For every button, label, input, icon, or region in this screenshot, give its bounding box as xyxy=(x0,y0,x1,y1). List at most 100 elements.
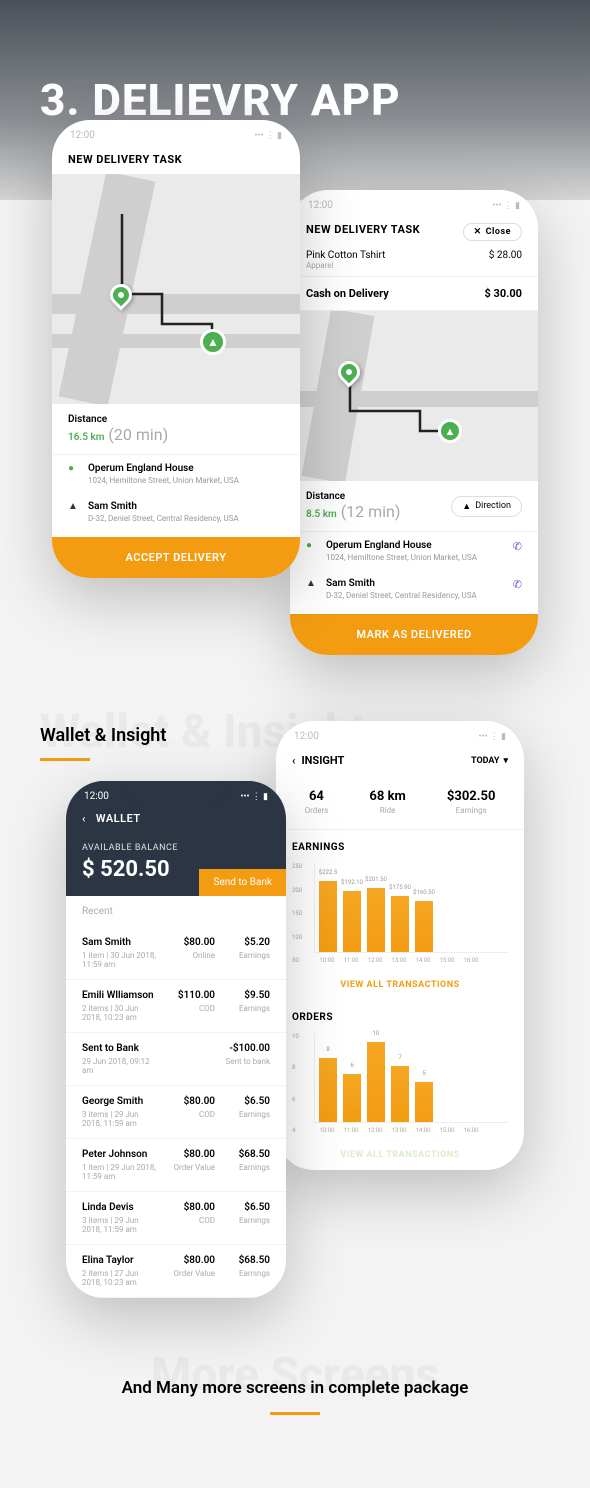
mark-delivered-button[interactable]: MARK AS DELIVERED xyxy=(290,614,538,655)
call-icon[interactable]: ✆ xyxy=(513,540,522,553)
screen-header: NEW DELIVERY TASK xyxy=(52,145,300,174)
distance-row: Distance 8.5 km (12 min) ▲ Direction xyxy=(290,481,538,532)
transaction-row[interactable]: George Smith3 items | 29 Jun 2018, 11:59… xyxy=(66,1086,286,1139)
drop-nav-icon: ▲ xyxy=(306,578,316,589)
bar-label: 5 xyxy=(422,1070,425,1077)
status-icons: ••• ⋮ ▮ xyxy=(254,131,282,141)
stat-earnings: $302.50 Earnings xyxy=(447,789,496,815)
call-icon[interactable]: ✆ xyxy=(513,578,522,591)
earnings-chart-title: EARNINGS xyxy=(292,842,508,853)
tx-right-value: $5.20 xyxy=(215,937,270,948)
y-tick: 150 xyxy=(292,910,302,917)
x-tick: 11:00 xyxy=(342,957,360,964)
phones-row-2: 12:00 ••• ⋮ ▮ ‹ WALLET AVAILABLE BALANCE… xyxy=(0,781,590,1338)
view-all-transactions-button[interactable]: VIEW ALL TRANSACTIONS xyxy=(276,970,524,1000)
distance-label: Distance xyxy=(68,414,168,425)
pickup-detail: 1024, Hemiltone Street, Union Market, US… xyxy=(88,476,284,485)
nav-icon: ▲ xyxy=(462,501,471,512)
status-time: 12:00 xyxy=(70,130,95,141)
transaction-row[interactable]: Peter Johnson1 item | 29 Jun 2018, 11:59… xyxy=(66,1139,286,1192)
accept-delivery-button[interactable]: ACCEPT DELIVERY xyxy=(52,537,300,578)
insight-back[interactable]: ‹ INSIGHT xyxy=(292,754,344,767)
y-tick: 200 xyxy=(292,887,302,894)
x-tick: 11:00 xyxy=(342,1127,360,1134)
status-time: 12:00 xyxy=(294,731,319,742)
map-view[interactable]: ▲ xyxy=(290,311,538,481)
distance-label: Distance xyxy=(306,491,400,502)
y-tick: 8 xyxy=(292,1064,299,1071)
tx-right-value: $68.50 xyxy=(215,1149,270,1160)
insight-header: ‹ INSIGHT TODAY ▾ xyxy=(276,746,524,775)
chart-bar: 6 xyxy=(343,1074,361,1122)
distance-row: Distance 16.5 km (20 min) xyxy=(52,404,300,455)
wallet-title: WALLET xyxy=(96,812,141,825)
tx-meta: 3 items | 29 Jun 2018, 11:59 am xyxy=(82,1216,160,1234)
tx-right-value: $9.50 xyxy=(215,990,270,1001)
phone-wallet: 12:00 ••• ⋮ ▮ ‹ WALLET AVAILABLE BALANCE… xyxy=(66,781,286,1298)
phone-insight: 12:00 ••• ⋮ ▮ ‹ INSIGHT TODAY ▾ 64 Order… xyxy=(276,721,524,1170)
tx-mid-value: $80.00 xyxy=(160,1149,215,1160)
drop-name: Sam Smith xyxy=(326,578,503,589)
orders-chart-title: ORDERS xyxy=(292,1012,508,1023)
x-tick: 16:00 xyxy=(462,957,480,964)
tx-name: George Smith xyxy=(82,1096,160,1107)
drop-detail: D-32, Deniel Street, Central Residency, … xyxy=(326,591,503,600)
x-axis: 10:0011:0012:0013:0014:0015:0016:00 xyxy=(314,1123,508,1134)
drop-detail: D-32, Deniel Street, Central Residency, … xyxy=(88,514,284,523)
close-button[interactable]: ✕ Close xyxy=(463,223,522,241)
map-view[interactable]: ▲ xyxy=(52,174,300,404)
bar-label: 7 xyxy=(398,1054,401,1061)
send-to-bank-button[interactable]: Send to Bank xyxy=(199,869,286,896)
y-tick: 6 xyxy=(292,1096,299,1103)
transaction-row[interactable]: Elina Taylor2 items | 27 Jun 2018, 10:23… xyxy=(66,1245,286,1298)
x-tick: 16:00 xyxy=(462,1127,480,1134)
transaction-row[interactable]: Linda Devis 3 items | 29 Jun 2018, 11:59 … xyxy=(66,1192,286,1245)
bar-label: 10 xyxy=(373,1030,380,1037)
tx-name: Linda Devis xyxy=(82,1202,160,1213)
pickup-address-row: ● Operum England House 1024, Hemiltone S… xyxy=(52,455,300,493)
tx-right-sub: Earnings xyxy=(215,1110,270,1119)
transaction-row[interactable]: Sam Smith1 item | 30 Jun 2018, 11:59 am$… xyxy=(66,927,286,980)
x-tick: 14:00 xyxy=(414,957,432,964)
tx-meta: 2 items | 30 Jun 2018, 10:23 am xyxy=(82,1004,160,1022)
today-dropdown[interactable]: TODAY ▾ xyxy=(471,756,508,766)
tx-right-value: $6.50 xyxy=(215,1202,270,1213)
cod-row: Cash on Delivery $ 30.00 xyxy=(290,276,538,311)
chart-bar: $201.50 xyxy=(367,888,385,952)
drop-nav-icon: ▲ xyxy=(68,501,78,512)
balance-label: AVAILABLE BALANCE xyxy=(66,831,286,857)
tx-mid-value: $110.00 xyxy=(160,990,215,1001)
transaction-row[interactable]: Emili Wlliamson2 items | 30 Jun 2018, 10… xyxy=(66,980,286,1033)
tx-mid-sub: COD xyxy=(160,1216,215,1225)
transaction-row[interactable]: Sent to Bank29 Jun 2018, 09:12 am-$100.0… xyxy=(66,1033,286,1086)
chart-bar: $192.10 xyxy=(343,891,361,952)
chart-bar: 7 xyxy=(391,1066,409,1122)
view-all-orders-button[interactable]: VIEW ALL TRANSACTIONS xyxy=(276,1140,524,1170)
tx-meta: 1 item | 30 Jun 2018, 11:59 am xyxy=(82,951,160,969)
wallet-title-row: ‹ WALLET xyxy=(66,806,286,831)
pickup-name: Operum England House xyxy=(88,463,284,474)
tx-mid-sub: Order Value xyxy=(160,1163,215,1172)
bar-label: $222.5 xyxy=(319,869,337,876)
pin-drop-icon: ▲ xyxy=(438,419,462,443)
tx-name: Elina Taylor xyxy=(82,1255,160,1266)
tx-mid-sub: Order Value xyxy=(160,1269,215,1278)
insight-title: INSIGHT xyxy=(301,754,344,767)
chart-bar: $175.90 xyxy=(391,896,409,952)
footer-underline xyxy=(270,1412,320,1415)
footer-section: More Screens And Many more screens in co… xyxy=(0,1338,590,1455)
back-icon[interactable]: ‹ xyxy=(82,812,86,825)
cod-value: $ 30.00 xyxy=(485,287,522,300)
status-icons: ••• ⋮ ▮ xyxy=(240,792,268,802)
tx-mid-sub: Online xyxy=(160,951,215,960)
x-tick: 10:00 xyxy=(318,1127,336,1134)
drop-name: Sam Smith xyxy=(88,501,284,512)
y-tick: 50 xyxy=(292,957,302,964)
pin-drop-icon: ▲ xyxy=(200,329,226,355)
y-tick: 100 xyxy=(292,934,302,941)
bar-label: $192.10 xyxy=(341,879,363,886)
direction-button[interactable]: ▲ Direction xyxy=(451,496,522,517)
stats-row: 64 Orders 68 km Ride $302.50 Earnings xyxy=(276,775,524,830)
tx-name: Sent to Bank xyxy=(82,1043,160,1054)
x-tick: 12:00 xyxy=(366,1127,384,1134)
